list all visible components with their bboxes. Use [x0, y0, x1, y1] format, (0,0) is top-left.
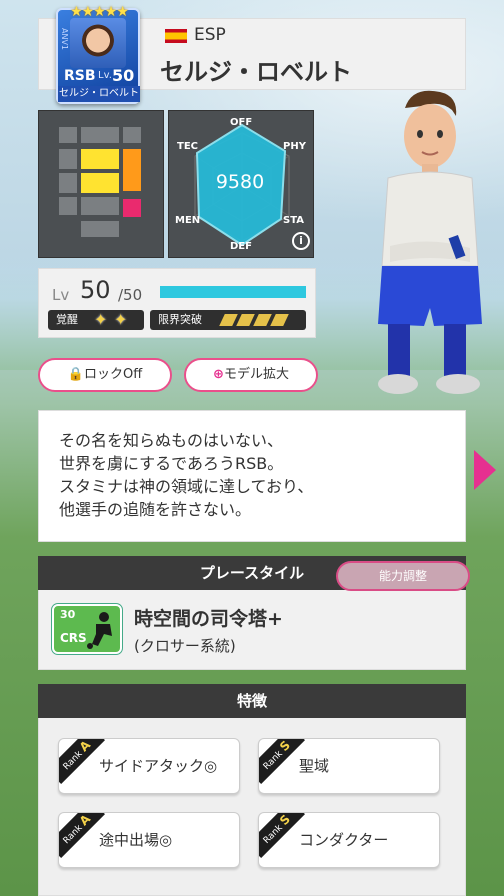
rank-badge: Rank A — [59, 812, 105, 858]
rank-badge: Rank S — [259, 812, 305, 858]
rank-letter: S — [276, 812, 293, 829]
card-player-name: セルジ・ロベルト — [58, 86, 140, 102]
awakening-star-icon: ✦ — [114, 310, 128, 329]
rank-letter: A — [76, 738, 94, 755]
trait-card[interactable]: Rank S コンダクター — [258, 812, 440, 868]
position-cell — [81, 197, 119, 215]
rank-badge: Rank A — [59, 738, 105, 784]
player-portrait — [70, 18, 126, 68]
rarity-stars: ★★★★★ — [70, 4, 129, 20]
level-label: Lv — [52, 286, 70, 304]
trait-card[interactable]: Rank A サイドアタック◎ — [58, 738, 240, 794]
country-code: ESP — [194, 25, 226, 45]
position-cell — [59, 197, 77, 215]
radar-label-men: MEN — [175, 215, 201, 226]
description-line: スタミナは神の領域に達しており、 — [59, 477, 314, 496]
position-cell — [81, 127, 119, 143]
position-cell-highlight — [81, 173, 119, 193]
awakening-star-icon: ✦ — [94, 310, 108, 329]
trait-card[interactable]: Rank S 聖域 — [258, 738, 440, 794]
position-cell — [59, 127, 77, 143]
play-style-subtitle: (クロサー系統) — [134, 637, 236, 655]
position-cell-highlight — [123, 149, 141, 191]
zoom-icon: ⊕ — [213, 367, 224, 382]
kicking-player-icon — [87, 612, 112, 649]
level-max: /50 — [118, 286, 143, 304]
rank-letter: A — [76, 812, 94, 829]
rank-prefix: Rank — [261, 749, 285, 772]
position-cell — [81, 221, 119, 237]
description-line: その名を知らぬものはいない、 — [59, 431, 284, 450]
trait-card[interactable]: Rank A 途中出場◎ — [58, 812, 240, 868]
rank-prefix: Rank — [61, 823, 85, 847]
info-icon[interactable]: i — [292, 232, 310, 250]
limit-break-label: 限界突破 — [158, 313, 202, 326]
rank-letter: S — [276, 738, 293, 755]
position-cell — [59, 149, 77, 169]
awakening-label: 覚醒 — [56, 313, 78, 326]
rank-badge: Rank S — [259, 738, 305, 784]
radar-label-tec: TEC — [177, 141, 198, 152]
next-arrow-icon[interactable] — [474, 450, 496, 490]
crosser-style-code: CRS — [60, 631, 87, 645]
trait-label: コンダクター — [299, 831, 389, 849]
rank-prefix: Rank — [61, 749, 85, 773]
position-cell-current — [123, 199, 141, 217]
total-power: 9580 — [215, 171, 265, 193]
player-description: その名を知らぬものはいない、 世界を虜にするであろうRSB。 スタミナは神の領域… — [38, 410, 466, 542]
position-cell — [59, 173, 77, 193]
description-line: 他選手の追随を許さない。 — [59, 500, 252, 519]
player-model — [378, 90, 482, 394]
radar-label-off: OFF — [230, 117, 253, 128]
trait-label: 聖域 — [299, 757, 330, 775]
lock-button-label: ロックOff — [83, 367, 143, 382]
ability-adjust-button[interactable]: 能力調整 — [336, 561, 470, 591]
player-name: セルジ・ロベルト — [160, 58, 352, 86]
model-zoom-button[interactable]: ⊕モデル拡大 — [184, 358, 318, 392]
card-level-prefix: Lv. — [98, 70, 112, 81]
card-level: 50 — [112, 66, 135, 85]
lock-icon: 🔒 — [67, 367, 84, 382]
traits-header: 特徴 — [38, 684, 466, 718]
trait-label: 途中出場◎ — [99, 831, 173, 849]
card-side-text: ANV1 — [60, 28, 69, 51]
crosser-style-value: 30 — [60, 608, 76, 621]
level-progress-bar — [160, 286, 306, 298]
spain-flag-icon — [165, 29, 187, 43]
radar-label-sta: STA — [283, 215, 304, 226]
card-position: RSB — [64, 68, 96, 84]
radar-label-phy: PHY — [283, 141, 306, 152]
rank-prefix: Rank — [261, 823, 285, 846]
description-line: 世界を虜にするであろうRSB。 — [59, 454, 284, 473]
position-cell — [123, 127, 141, 143]
lock-toggle-button[interactable]: 🔒ロックOff — [38, 358, 172, 392]
model-button-label: モデル拡大 — [223, 367, 289, 382]
position-cell-highlight — [81, 149, 119, 169]
level-current: 50 — [80, 276, 111, 304]
play-style-title: 時空間の司令塔+ — [134, 608, 283, 630]
radar-label-def: DEF — [230, 241, 252, 252]
trait-label: サイドアタック◎ — [99, 757, 218, 775]
position-map — [38, 110, 164, 258]
